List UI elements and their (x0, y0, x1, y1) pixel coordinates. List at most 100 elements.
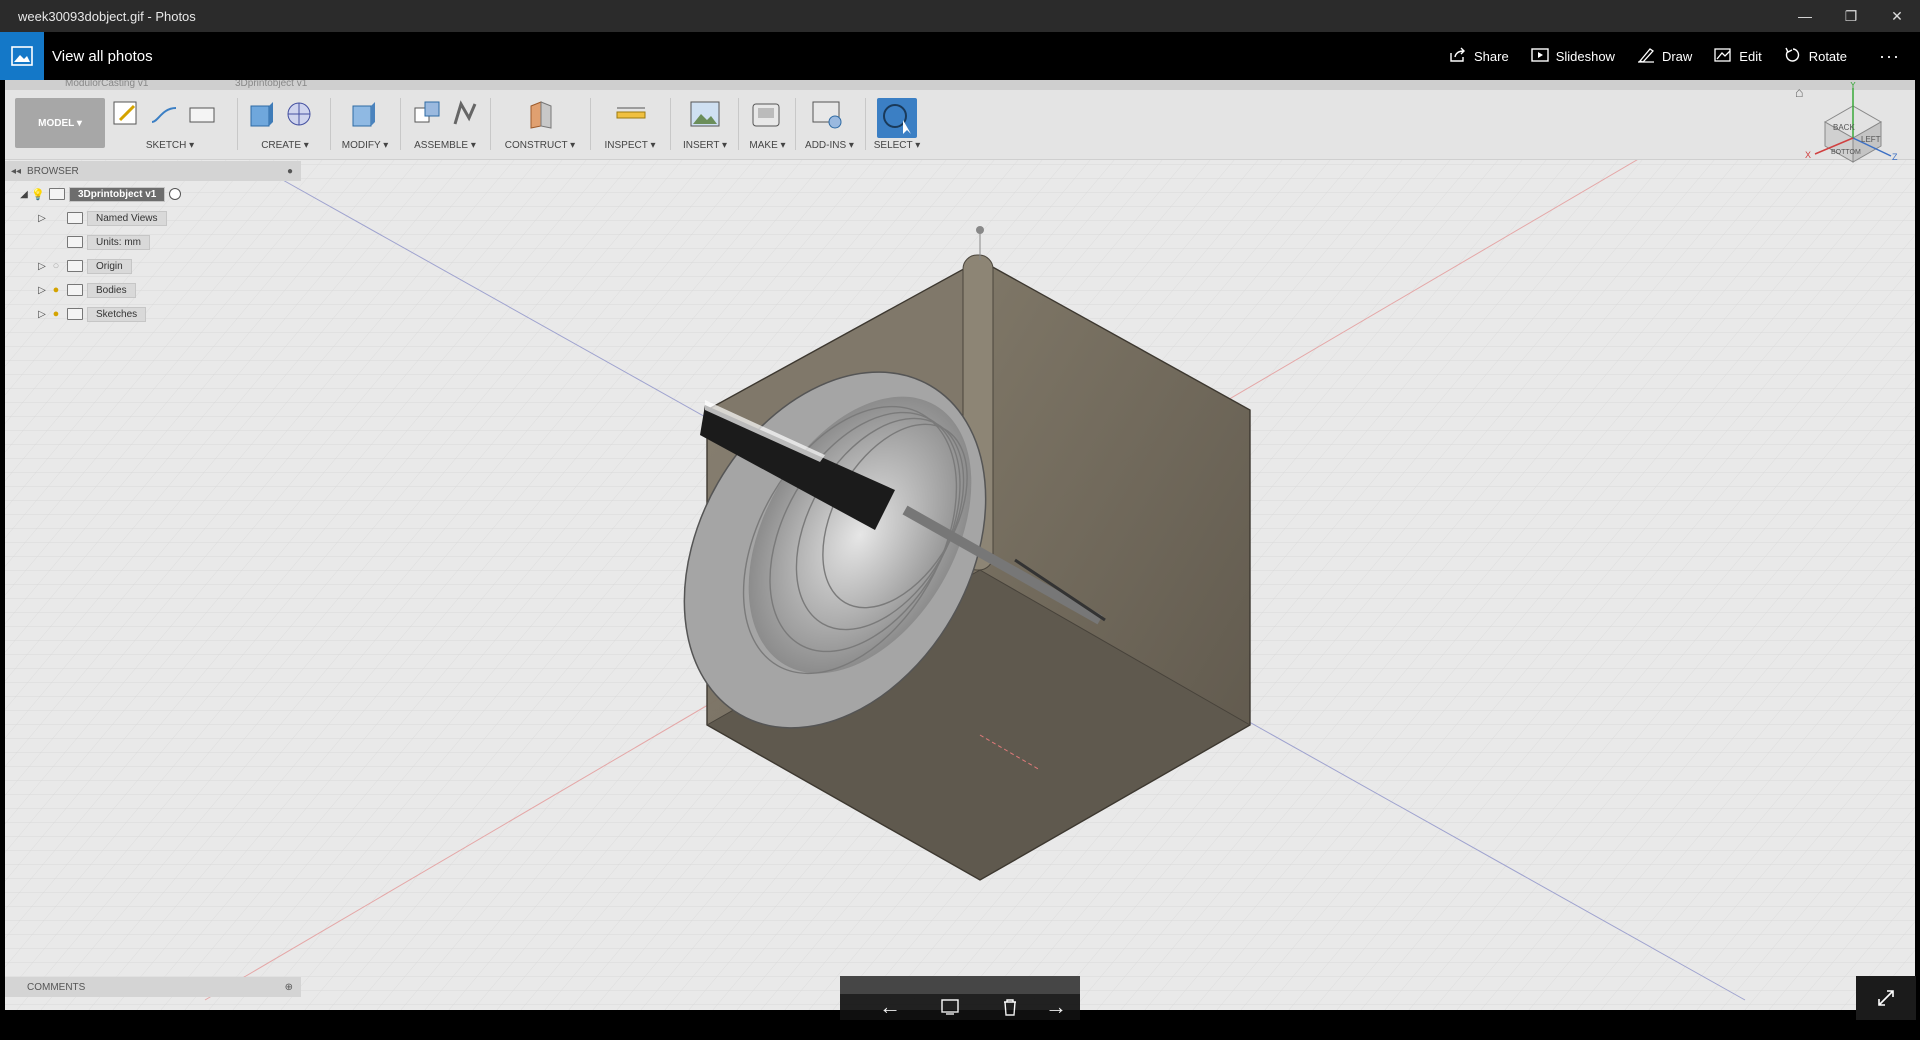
browser-title: BROWSER (27, 165, 79, 177)
draw-button[interactable]: Draw (1637, 47, 1692, 66)
doc-tab-modulorcasting[interactable]: ModulorCasting v1 (65, 80, 148, 89)
select-icon[interactable] (877, 98, 917, 138)
more-options-button[interactable]: ··· (1869, 46, 1910, 67)
add-comment-icon[interactable]: ⊕ (285, 982, 301, 993)
3d-print-icon[interactable] (750, 98, 782, 130)
view-cube-back-label: BACK (1833, 123, 1855, 132)
share-icon (1449, 47, 1467, 66)
visibility-bulb-icon[interactable]: ● (49, 307, 63, 321)
minimize-button[interactable]: — (1782, 0, 1828, 32)
collapse-panel-icon[interactable]: ◂◂ (5, 166, 27, 177)
expand-icon[interactable]: ▷ (35, 307, 49, 321)
document-tabs: ModulorCasting v1 3Dprintobject v1 (5, 80, 1915, 90)
expand-icon[interactable]: ▷ (35, 259, 49, 273)
sketch-label: SKETCH ▾ (145, 140, 195, 151)
fusion-navigation-toolbar (840, 976, 1080, 994)
edit-button[interactable]: Edit (1714, 47, 1762, 66)
photos-app-icon[interactable] (0, 32, 44, 80)
next-photo-button[interactable]: → (1036, 994, 1076, 1020)
make-group[interactable]: MAKE ▾ (740, 94, 795, 156)
doc-tab-3dprintobject[interactable]: 3Dprintobject v1 (235, 80, 307, 89)
expand-icon[interactable]: ▷ (35, 211, 49, 225)
create-group[interactable]: CREATE ▾ (245, 94, 325, 156)
tree-item-units[interactable]: Units: mm (35, 232, 150, 252)
tree-item-origin[interactable]: ▷ ○ Origin (35, 256, 132, 276)
select-group[interactable]: SELECT ▾ (867, 94, 927, 156)
folder-icon (67, 308, 83, 320)
visibility-bulb-icon[interactable]: ● (49, 283, 63, 297)
joint-icon[interactable] (449, 98, 481, 130)
insert-image-icon[interactable] (689, 98, 721, 130)
slideshow-small-icon[interactable] (930, 994, 970, 1020)
create-sketch-icon[interactable] (110, 98, 142, 130)
extrude-icon[interactable] (245, 98, 277, 130)
draw-label: Draw (1661, 48, 1693, 64)
axis-y-label: Y (1850, 82, 1856, 90)
tree-item-bodies[interactable]: ▷ ● Bodies (35, 280, 136, 300)
expand-root-icon[interactable]: ◢ (17, 187, 31, 201)
tree-item-label: Sketches (87, 306, 147, 322)
create-label: CREATE ▾ (261, 140, 309, 151)
visibility-bulb-icon[interactable]: ○ (49, 259, 63, 273)
axis-x-label: X (1805, 150, 1811, 160)
rotate-icon (1784, 47, 1802, 66)
add-ins-label: ADD-INS ▾ (805, 140, 854, 151)
scripts-icon[interactable] (811, 98, 843, 130)
construct-group[interactable]: CONSTRUCT ▾ (495, 94, 585, 156)
sketch-group[interactable]: SKETCH ▾ (110, 94, 230, 156)
insert-label: INSERT ▾ (682, 140, 728, 151)
press-pull-icon[interactable] (347, 98, 379, 130)
tree-item-label: Bodies (87, 282, 136, 298)
share-button[interactable]: Share (1449, 47, 1509, 66)
photo-navigation-bar: ← → (840, 976, 1080, 1020)
restore-button[interactable]: ❐ (1828, 0, 1874, 32)
tree-root[interactable]: ◢ 💡 3Dprintobject v1 (17, 184, 182, 204)
assemble-group[interactable]: ASSEMBLE ▾ (405, 94, 485, 156)
rotate-label: Rotate (1808, 48, 1848, 64)
new-component-icon[interactable] (411, 98, 443, 130)
add-ins-group[interactable]: ADD-INS ▾ (797, 94, 862, 156)
rotate-button[interactable]: Rotate (1784, 47, 1847, 66)
photo-viewer: ModulorCasting v1 3Dprintobject v1 MODEL… (5, 80, 1915, 1010)
close-button[interactable]: ✕ (1874, 0, 1920, 32)
folder-icon (67, 212, 83, 224)
select-label: SELECT ▾ (873, 140, 921, 151)
delete-icon[interactable] (990, 994, 1030, 1020)
rectangle-icon[interactable] (186, 98, 218, 130)
browser-pin-icon[interactable]: ● (287, 166, 301, 177)
slideshow-button[interactable]: Slideshow (1530, 47, 1615, 66)
form-icon[interactable] (283, 98, 315, 130)
window-title: week30093dobject.gif - Photos (18, 8, 196, 24)
activate-radio-icon[interactable] (169, 188, 182, 200)
browser-panel-header[interactable]: ◂◂ BROWSER ● (5, 161, 301, 181)
root-component-label[interactable]: 3Dprintobject v1 (69, 186, 166, 202)
view-cube-left-label: LEFT (1861, 135, 1881, 144)
measure-icon[interactable] (615, 98, 647, 130)
inspect-group[interactable]: INSPECT ▾ (595, 94, 665, 156)
expand-icon[interactable]: ▷ (35, 283, 49, 297)
workspace-model-button[interactable]: MODEL ▾ (15, 98, 105, 148)
line-icon[interactable] (148, 98, 180, 130)
folder-icon (67, 284, 83, 296)
tree-item-label: Origin (87, 258, 132, 274)
tree-item-sketches[interactable]: ▷ ● Sketches (35, 304, 147, 324)
insert-group[interactable]: INSERT ▾ (675, 94, 735, 156)
document-icon (49, 188, 65, 200)
tree-item-named-views[interactable]: ▷ Named Views (35, 208, 167, 228)
view-cube[interactable]: BACK LEFT BOTTOM Y Z X ⌂ (1795, 80, 1905, 182)
home-view-icon[interactable]: ⌂ (1795, 84, 1803, 100)
comments-panel[interactable]: COMMENTS ⊕ (5, 977, 301, 997)
modify-group[interactable]: MODIFY ▾ (335, 94, 395, 156)
view-all-photos-link[interactable]: View all photos (44, 48, 1449, 65)
window-title-bar: week30093dobject.gif - Photos — ❐ ✕ (0, 0, 1920, 32)
tree-item-label: Named Views (87, 210, 167, 226)
photos-app-bar: View all photos Share Slideshow Draw Edi… (0, 32, 1920, 80)
draw-icon (1637, 47, 1655, 66)
inspect-label: INSPECT ▾ (604, 140, 656, 151)
previous-photo-button[interactable]: ← (870, 994, 910, 1020)
slideshow-icon (1530, 47, 1549, 66)
comments-title: COMMENTS (27, 981, 86, 993)
offset-plane-icon[interactable] (525, 98, 557, 130)
fullscreen-button[interactable] (1856, 976, 1916, 1020)
visibility-bulb-icon[interactable]: 💡 (31, 187, 45, 201)
